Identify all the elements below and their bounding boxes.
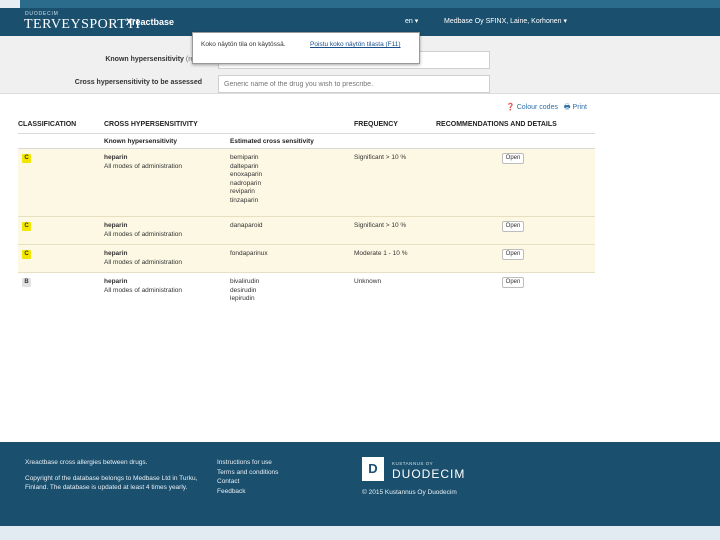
subcol-estimated: Estimated cross sensitivity — [230, 138, 314, 145]
frequency-cell: Unknown — [354, 278, 382, 285]
top-accent-bar — [20, 0, 720, 8]
estimated-drug: tinzaparin — [230, 196, 259, 204]
estimated-drug: nadroparin — [230, 179, 262, 187]
fullscreen-message: Koko näytön tila on käytössä. — [201, 41, 286, 48]
known-drug: heparin — [104, 154, 128, 161]
app-window: DUODECIM TERVEYSPORTTI Xreactbase en ▾ M… — [0, 8, 720, 442]
logo-small-text: KUSTANNUS OY — [392, 461, 434, 466]
cross-hypersensitivity-input[interactable] — [218, 75, 490, 93]
known-cell: heparin All modes of administration — [104, 250, 182, 267]
brand-logo[interactable]: TERVEYSPORTTI — [24, 17, 141, 33]
open-button[interactable]: Open — [502, 153, 524, 164]
table-row: C heparin All modes of administration dan… — [18, 217, 595, 245]
footer-links: Instructions for use Terms and condition… — [217, 458, 278, 496]
col-frequency: FREQUENCY — [354, 121, 398, 128]
feedback-link[interactable]: Feedback — [217, 487, 278, 497]
instructions-link[interactable]: Instructions for use — [217, 458, 278, 468]
question-icon: ❓ — [506, 104, 515, 111]
logo-big-text: DUODECIM — [392, 467, 466, 481]
estimated-drug: reviparin — [230, 188, 255, 195]
open-button[interactable]: Open — [502, 277, 524, 288]
known-cell: heparin All modes of administration — [104, 154, 182, 171]
colour-codes-label: Colour codes — [516, 104, 558, 111]
known-drug: heparin — [104, 278, 128, 285]
footer-tagline: Xreactbase cross allergies between drugs… — [25, 459, 148, 466]
estimated-drug: bivalirudin — [230, 278, 260, 285]
frequency-cell: Significant > 10 % — [354, 154, 407, 161]
estimated-cell: bivalirudin desirudin lepirudin — [230, 278, 259, 303]
administration-mode: All modes of administration — [104, 162, 183, 170]
print-label: Print — [572, 104, 587, 111]
estimated-cell: danaparoid — [230, 222, 263, 231]
cross-hypersensitivity-label: Cross hypersensitivity to be assessed — [74, 79, 202, 86]
estimated-drug: bemiparin — [230, 154, 259, 161]
table-row: C heparin All modes of administration fon… — [18, 245, 595, 273]
frequency-cell: Significant > 10 % — [354, 222, 407, 229]
estimated-drug: lepirudin — [230, 295, 255, 302]
known-hypersensitivity-label: Known hypersensitivity (require — [10, 56, 210, 63]
app-title[interactable]: Xreactbase — [126, 17, 174, 27]
subcol-known: Known hypersensitivity — [104, 138, 177, 145]
results-table: CLASSIFICATION CROSS HYPERSENSITIVITY FR… — [18, 116, 595, 303]
classification-badge: B — [22, 278, 31, 287]
print-link[interactable]: 🖶 Print — [564, 103, 587, 114]
col-cross-hypersensitivity: CROSS HYPERSENSITIVITY — [104, 121, 198, 128]
print-icon: 🖶 — [563, 104, 571, 111]
administration-mode: All modes of administration — [104, 258, 183, 266]
bottom-strip — [0, 526, 720, 540]
classification-badge: C — [22, 222, 31, 231]
administration-mode: All modes of administration — [104, 286, 183, 294]
page-footer: Xreactbase cross allergies between drugs… — [0, 442, 720, 526]
colour-codes-link[interactable]: ❓ Colour codes — [506, 103, 558, 111]
terms-link[interactable]: Terms and conditions — [217, 468, 278, 478]
browser-top-strip — [0, 0, 720, 8]
results-toolbar: ❓ Colour codes 🖶 Print — [506, 103, 587, 114]
estimated-cell: bemiparin dalteparin enoxaparin nadropar… — [230, 154, 262, 205]
col-classification: CLASSIFICATION — [18, 121, 77, 128]
estimated-drug: danaparoid — [230, 222, 263, 229]
known-drug: heparin — [104, 222, 128, 229]
estimated-cell: fondaparinux — [230, 250, 268, 259]
table-row: B heparin All modes of administration biv… — [18, 273, 595, 303]
duodecim-logo-icon: D — [362, 457, 384, 481]
open-button[interactable]: Open — [502, 221, 524, 232]
classification-badge: C — [22, 154, 31, 163]
estimated-drug: fondaparinux — [230, 250, 268, 257]
open-button[interactable]: Open — [502, 249, 524, 260]
table-row: C heparin All modes of administration bem… — [18, 149, 595, 217]
frequency-cell: Moderate 1 - 10 % — [354, 250, 408, 257]
footer-copyright: © 2015 Kustannus Oy Duodecim — [362, 489, 457, 496]
classification-badge: C — [22, 250, 31, 259]
administration-mode: All modes of administration — [104, 230, 183, 238]
language-dropdown[interactable]: en ▾ — [405, 17, 418, 25]
fullscreen-notice: Koko näytön tila on käytössä. Poistu kok… — [192, 32, 420, 64]
estimated-drug: enoxaparin — [230, 171, 263, 178]
known-drug: heparin — [104, 250, 128, 257]
contact-link[interactable]: Contact — [217, 477, 278, 487]
known-label-text: Known hypersensitivity — [105, 56, 184, 63]
estimated-drug: desirudin — [230, 286, 257, 294]
footer-copyright-text: Copyright of the database belongs to Med… — [25, 475, 198, 491]
known-cell: heparin All modes of administration — [104, 222, 182, 239]
known-cell: heparin All modes of administration — [104, 278, 182, 295]
estimated-drug: dalteparin — [230, 162, 259, 170]
table-header-row: CLASSIFICATION CROSS HYPERSENSITIVITY FR… — [18, 116, 595, 134]
exit-fullscreen-link[interactable]: Poistu koko näytön tilasta (F11) — [310, 41, 401, 48]
col-recommendations: RECOMMENDATIONS AND DETAILS — [436, 121, 557, 128]
table-subheader-row: Known hypersensitivity Estimated cross s… — [18, 134, 595, 149]
user-menu[interactable]: Medbase Oy SFINX, Laine, Korhonen ▾ — [444, 17, 567, 25]
